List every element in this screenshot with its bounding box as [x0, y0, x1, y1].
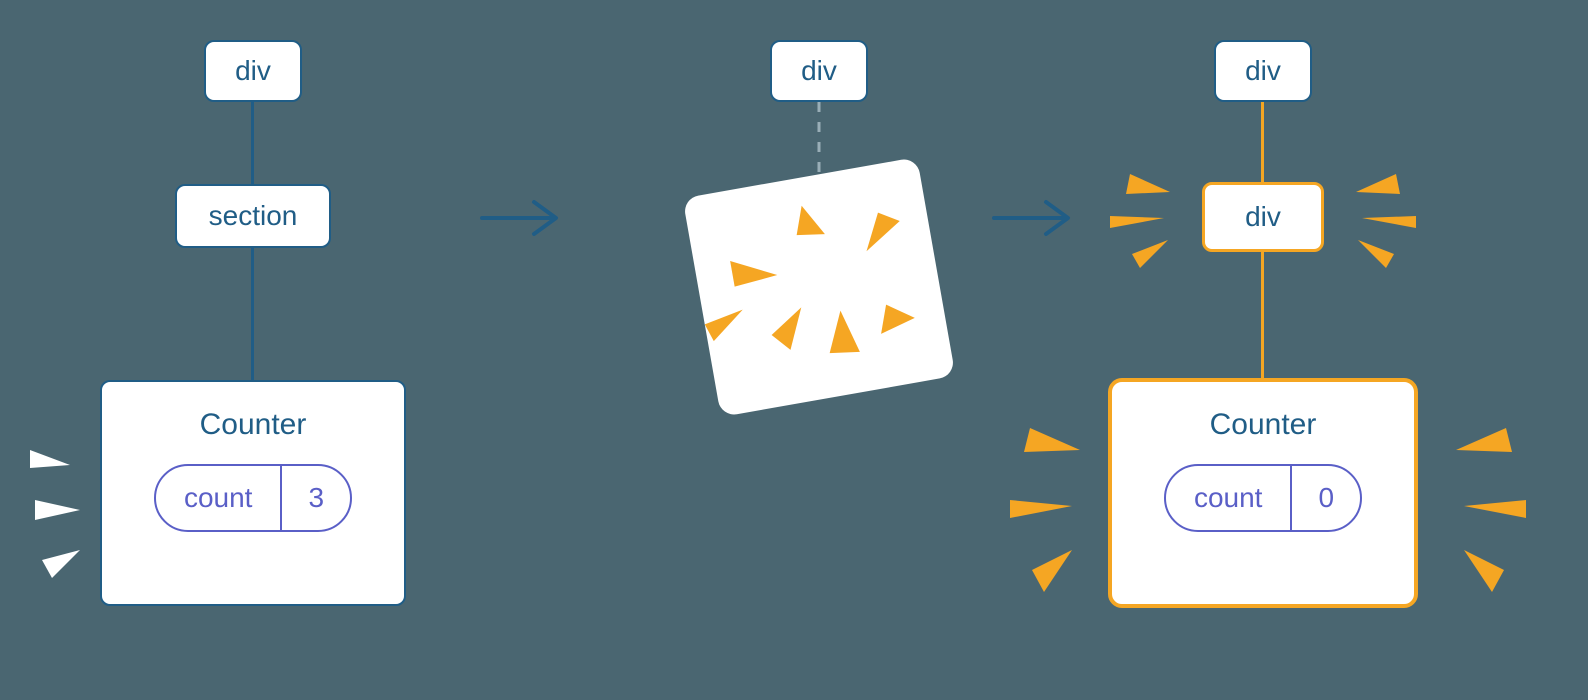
- mid-root-label: div: [801, 55, 837, 87]
- left-root-node: div: [204, 40, 302, 102]
- mid-poof-sparks-icon: [683, 157, 956, 417]
- mid-dashed-connector: [817, 102, 821, 180]
- mid-root-node: div: [770, 40, 868, 102]
- right-counter-shards-right-icon: [1416, 420, 1526, 600]
- right-mid-label: div: [1245, 201, 1281, 233]
- diagram-stage: div section Counter count 3 div: [0, 0, 1588, 700]
- right-root-node: div: [1214, 40, 1312, 102]
- left-mid-node: section: [175, 184, 331, 248]
- left-root-label: div: [235, 55, 271, 87]
- left-connector-2: [251, 248, 254, 380]
- left-counter-shards-icon: [30, 430, 110, 600]
- mid-poof-box: [683, 157, 956, 417]
- right-connector-2: [1261, 252, 1264, 378]
- left-count-value: 3: [282, 466, 350, 530]
- left-counter-node: Counter count 3: [100, 380, 406, 606]
- right-counter-title: Counter: [1210, 408, 1317, 442]
- right-counter-shards-left-icon: [1010, 420, 1110, 600]
- left-mid-label: section: [209, 200, 298, 232]
- arrow-1-icon: [478, 196, 568, 240]
- arrow-2-icon: [990, 196, 1080, 240]
- right-counter-pill: count 0: [1164, 464, 1362, 532]
- right-counter-node: Counter count 0: [1108, 378, 1418, 608]
- right-count-value: 0: [1292, 466, 1360, 530]
- right-mid-shards-left-icon: [1110, 168, 1200, 268]
- right-count-label: count: [1166, 466, 1293, 530]
- right-connector-1: [1261, 102, 1264, 182]
- right-mid-node: div: [1202, 182, 1324, 252]
- right-mid-shards-right-icon: [1326, 168, 1416, 268]
- left-connector-1: [251, 102, 254, 184]
- left-count-label: count: [156, 466, 283, 530]
- left-counter-pill: count 3: [154, 464, 352, 532]
- right-root-label: div: [1245, 55, 1281, 87]
- left-counter-title: Counter: [200, 408, 307, 442]
